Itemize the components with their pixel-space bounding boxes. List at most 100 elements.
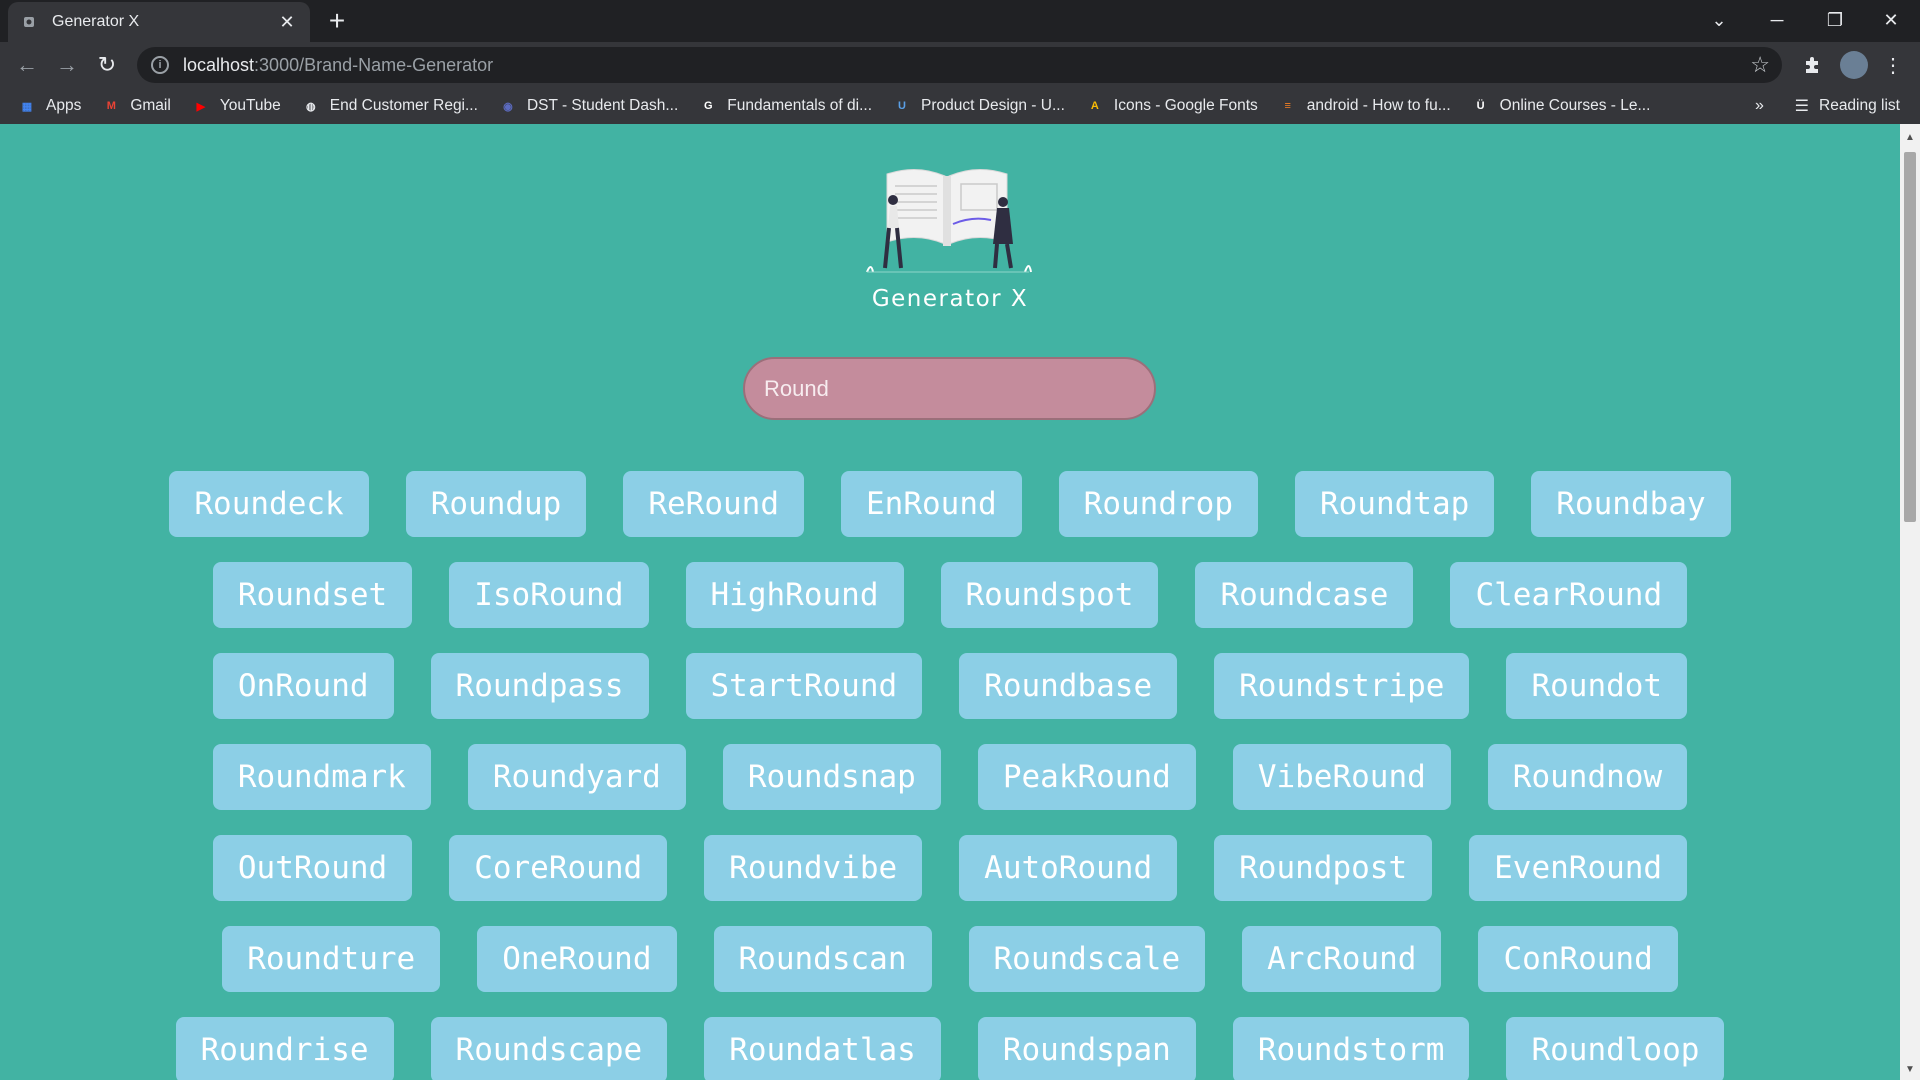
bookmark-item[interactable]: U Product Design - U...	[893, 97, 1065, 115]
brand-name-card[interactable]: ArcRound	[1242, 926, 1442, 992]
brand-name-card[interactable]: OnRound	[212, 653, 394, 719]
brand-name-card[interactable]: EnRound	[841, 471, 1022, 537]
close-window-icon[interactable]: ✕	[1862, 0, 1920, 40]
udemy-u-icon: Ü	[1476, 100, 1485, 112]
brand-name-card[interactable]: Roundyard	[467, 744, 686, 810]
bookmark-label: End Customer Regi...	[329, 97, 478, 114]
brand-name-card[interactable]: EvenRound	[1469, 835, 1688, 901]
brand-name-card[interactable]: Roundloop	[1506, 1017, 1725, 1080]
brand-name-card[interactable]: Roundpost	[1214, 835, 1433, 901]
minimize-icon[interactable]: ─	[1748, 0, 1806, 40]
site-info-icon[interactable]: i	[151, 56, 169, 74]
tab-search-chevron-icon[interactable]: ⌄	[1690, 0, 1748, 40]
back-icon[interactable]: ←	[12, 50, 42, 80]
brand-name-grid: Roundeck Roundup ReRound EnRound Roundrop Rou…	[0, 471, 1900, 1080]
brand-name-card[interactable]: PeakRound	[977, 744, 1196, 810]
bookmark-item[interactable]: ◍ End Customer Regi...	[302, 97, 478, 115]
scroll-down-arrow-icon[interactable]: ▼	[1900, 1060, 1920, 1078]
profile-avatar[interactable]	[1839, 50, 1869, 80]
name-row: Roundture OneRound Roundscan Roundscale ArcR…	[0, 926, 1900, 992]
name-row: OutRound CoreRound Roundvibe AutoRound Round…	[0, 835, 1900, 901]
brand-name-card[interactable]: Roundcase	[1195, 562, 1414, 628]
brand-name-card[interactable]: Roundspot	[940, 562, 1159, 628]
brand-name-card[interactable]: IsoRound	[449, 562, 649, 628]
brand-name-card[interactable]: CoreRound	[449, 835, 668, 901]
udemy-icon: U	[898, 100, 906, 112]
brand-name-card[interactable]: ClearRound	[1450, 562, 1688, 628]
forward-icon[interactable]: →	[52, 50, 82, 80]
brand-name-card[interactable]: Roundset	[212, 562, 413, 628]
brand-name-card[interactable]: Roundvibe	[704, 835, 923, 901]
browser-tab[interactable]: Generator X ✕	[8, 2, 310, 42]
google-icon: G	[704, 100, 713, 112]
bookmarks-overflow-chevron[interactable]: »	[1755, 88, 1764, 124]
bookmark-item[interactable]: Ü Online Courses - Le...	[1472, 97, 1651, 115]
brand-name-card[interactable]: Roundbay	[1531, 471, 1731, 537]
brand-name-card[interactable]: Roundpass	[430, 653, 649, 719]
brand-name-card[interactable]: Roundatlas	[704, 1017, 941, 1080]
brand-name-card[interactable]: Roundup	[405, 471, 587, 537]
globe-icon: ◍	[305, 100, 316, 113]
scroll-up-arrow-icon[interactable]: ▲	[1900, 128, 1920, 146]
name-row: Roundrise Roundscape Roundatlas Roundspan Ro…	[0, 1017, 1900, 1080]
page-scrollbar[interactable]: ▲ ▼	[1900, 124, 1920, 1080]
brand-name-card[interactable]: Roundsnap	[722, 744, 941, 810]
brand-name-card[interactable]: Roundscan	[713, 926, 932, 992]
brand-keyword-input[interactable]	[743, 357, 1156, 420]
url-path: :3000/Brand-Name-Generator	[254, 54, 494, 75]
brand-name-card[interactable]: OneRound	[477, 926, 677, 992]
brand-name-card[interactable]: Roundspan	[977, 1017, 1196, 1080]
brand-name-card[interactable]: Roundstripe	[1214, 653, 1470, 719]
brand-name-card[interactable]: AutoRound	[959, 835, 1178, 901]
menu-kebab-icon[interactable]: ⋮	[1878, 50, 1908, 80]
brand-name-card[interactable]: VibeRound	[1232, 744, 1451, 810]
brand-name-card[interactable]: ReRound	[623, 471, 805, 537]
brand-name-card[interactable]: StartRound	[685, 653, 923, 719]
bookmark-label: Online Courses - Le...	[1499, 97, 1651, 114]
bookmark-label: Fundamentals of di...	[727, 97, 873, 114]
bookmark-item[interactable]: ◉ DST - Student Dash...	[499, 97, 678, 115]
url-text[interactable]: localhost:3000/Brand-Name-Generator	[183, 55, 493, 76]
brand-name-card[interactable]: ConRound	[1478, 926, 1678, 992]
address-bar[interactable]: i localhost:3000/Brand-Name-Generator ☆	[137, 47, 1782, 83]
bookmark-item[interactable]: A Icons - Google Fonts	[1086, 97, 1258, 115]
restore-icon[interactable]: ❐	[1806, 0, 1864, 40]
bookmark-star-icon[interactable]: ☆	[1750, 52, 1770, 78]
app-title: Generator X	[871, 286, 1029, 312]
brand-name-card[interactable]: Roundstorm	[1232, 1017, 1470, 1080]
name-row: OnRound Roundpass StartRound Roundbase Round…	[0, 653, 1900, 719]
brand-name-card[interactable]: Roundrop	[1058, 471, 1258, 537]
brand-name-card[interactable]: Roundmark	[212, 744, 431, 810]
reading-list-button[interactable]: ☰ Reading list	[1795, 88, 1900, 124]
brand-name-card[interactable]: Roundeck	[169, 471, 369, 537]
book-illustration-logo	[866, 169, 1032, 273]
tab-title: Generator X	[52, 13, 140, 30]
bookmark-label: Gmail	[130, 97, 171, 114]
brand-name-card[interactable]: Roundscale	[968, 926, 1206, 992]
name-row: Roundeck Roundup ReRound EnRound Roundrop Rou…	[0, 471, 1900, 537]
scrollbar-thumb[interactable]	[1904, 152, 1916, 522]
bookmark-item[interactable]: M Gmail	[102, 97, 171, 115]
bookmark-item[interactable]: ▦ Apps	[18, 97, 82, 115]
name-row: Roundset IsoRound HighRound Roundspot Roundc…	[0, 562, 1900, 628]
bookmark-item[interactable]: G Fundamentals of di...	[699, 97, 872, 115]
bookmark-label: Product Design - U...	[921, 97, 1065, 114]
bookmark-item[interactable]: ▶ YouTube	[192, 97, 281, 115]
brand-name-card[interactable]: OutRound	[212, 835, 413, 901]
new-tab-button[interactable]: +	[322, 5, 352, 36]
bookmark-item[interactable]: ≡ android - How to fu...	[1279, 97, 1451, 115]
reload-icon[interactable]: ↻	[92, 50, 122, 80]
brand-name-card[interactable]: Roundtap	[1294, 471, 1495, 537]
apps-grid-icon: ▦	[21, 100, 33, 113]
brand-name-card[interactable]: Roundot	[1506, 653, 1688, 719]
brand-name-card[interactable]: Roundrise	[175, 1017, 394, 1080]
tab-close-icon[interactable]: ✕	[276, 11, 298, 33]
page-content: Generator X Roundeck Roundup ReRound EnRoun…	[0, 124, 1900, 1080]
brand-name-card[interactable]: Roundture	[222, 926, 441, 992]
brand-name-card[interactable]: Roundbase	[959, 653, 1178, 719]
brand-name-card[interactable]: Roundnow	[1487, 744, 1688, 810]
extensions-puzzle-icon[interactable]	[1797, 50, 1827, 80]
brand-name-card[interactable]: HighRound	[685, 562, 904, 628]
brand-name-card[interactable]: Roundscape	[430, 1017, 668, 1080]
bookmark-label: android - How to fu...	[1306, 97, 1451, 114]
